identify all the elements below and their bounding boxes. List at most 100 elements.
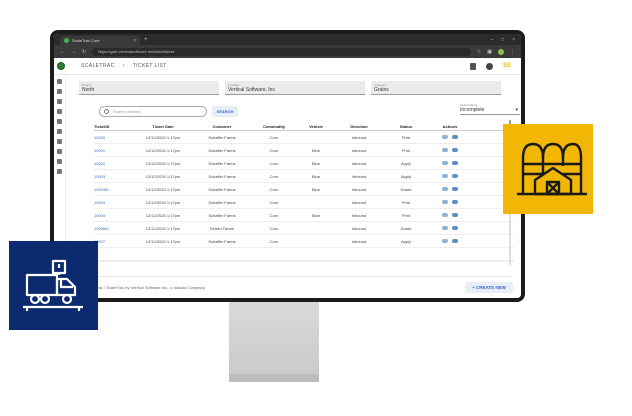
table-row[interactable]: 10002 12/12/2024 1:17pm Schaffer Farms Corn… bbox=[94, 157, 514, 170]
nav-edit-icon[interactable] bbox=[57, 159, 62, 164]
ticket-id-link[interactable]: 10001 bbox=[94, 148, 134, 153]
ticket-id-link[interactable]: 10000 bbox=[94, 135, 134, 140]
table-row[interactable]: 10003 12/12/2024 1:17pm Schaffer Farms Corn… bbox=[94, 170, 514, 183]
nav-pin-icon[interactable] bbox=[57, 129, 62, 134]
column-header[interactable]: TicketID bbox=[94, 124, 134, 129]
ticket-id-link[interactable]: 10007 bbox=[94, 239, 134, 244]
ticket-id-link[interactable]: 10003M bbox=[94, 187, 134, 192]
app-window: SCALETRAC › TICKET LIST SS Region North … bbox=[54, 58, 521, 298]
nav-list-icon[interactable] bbox=[57, 79, 62, 84]
cloud-icon[interactable] bbox=[442, 174, 448, 178]
column-header[interactable]: Commodity bbox=[252, 124, 296, 129]
tab-title: ScaleTrac Core bbox=[72, 38, 100, 43]
ticket-id-link[interactable]: 10004 bbox=[94, 200, 134, 205]
profile-avatar[interactable] bbox=[498, 48, 504, 55]
location-field[interactable]: Location Vertical Software, Inc bbox=[225, 81, 365, 95]
view-icon[interactable] bbox=[452, 200, 458, 204]
extensions-icon[interactable]: ▣ bbox=[487, 49, 492, 55]
region-value: North bbox=[82, 87, 95, 93]
nav-report-icon[interactable] bbox=[57, 169, 62, 174]
view-icon[interactable] bbox=[452, 174, 458, 178]
column-header[interactable]: Direction bbox=[336, 124, 382, 129]
cloud-icon[interactable] bbox=[442, 161, 448, 165]
search-input[interactable]: Search usertext bbox=[99, 106, 207, 117]
nav-user-icon[interactable] bbox=[57, 89, 62, 94]
cloud-icon[interactable] bbox=[442, 187, 448, 191]
table-cell: Inbound bbox=[351, 199, 367, 205]
nav-warehouse-icon[interactable] bbox=[57, 149, 62, 154]
browser-menu-icon[interactable]: ⋮ bbox=[510, 49, 515, 55]
ticket-status-select[interactable]: Ticket Status Incomplete ▾ bbox=[460, 102, 520, 115]
column-header[interactable]: Ticket Date bbox=[134, 124, 192, 129]
create-new-button[interactable]: + CREATE NEW bbox=[465, 282, 513, 293]
app-footer: Frac / ScaleTrac by Vertical Software In… bbox=[67, 276, 513, 298]
nav-storage-icon[interactable] bbox=[57, 109, 62, 114]
cloud-icon[interactable] bbox=[442, 135, 448, 139]
category-value: Grains bbox=[374, 87, 389, 93]
forward-icon[interactable]: → bbox=[71, 49, 76, 55]
maximize-icon[interactable]: □ bbox=[501, 37, 504, 43]
help-icon[interactable] bbox=[485, 62, 493, 70]
reload-icon[interactable]: ↻ bbox=[82, 49, 86, 55]
column-header[interactable]: Status bbox=[382, 124, 430, 129]
table-cell: 12/12/2024 1:17pm bbox=[145, 225, 181, 231]
table-cell: Schaffer Farms bbox=[208, 199, 236, 205]
minimize-icon[interactable]: – bbox=[490, 37, 493, 43]
view-icon[interactable] bbox=[452, 148, 458, 152]
nav-grain-icon[interactable] bbox=[57, 99, 62, 104]
view-icon[interactable] bbox=[452, 135, 458, 139]
bookmark-icon[interactable]: ☆ bbox=[477, 49, 481, 55]
tab-close-icon[interactable]: × bbox=[133, 38, 136, 44]
ticket-id-link[interactable]: 10005 bbox=[94, 213, 134, 218]
close-window-icon[interactable]: × bbox=[512, 37, 515, 43]
browser-toolbar-icons: ☆ ▣ ⋮ bbox=[477, 48, 515, 55]
table-cell: Inbound bbox=[351, 134, 367, 140]
search-button[interactable]: SEARCH bbox=[212, 106, 238, 117]
nav-globe-icon[interactable] bbox=[57, 119, 62, 124]
browser-tab[interactable]: ScaleTrac Core × bbox=[60, 36, 140, 45]
cloud-icon[interactable] bbox=[442, 213, 448, 217]
new-tab-button[interactable]: + bbox=[144, 37, 148, 43]
table-row[interactable]: 10005 12/12/2024 1:17pm Schaffer Farms Corn… bbox=[94, 209, 514, 222]
breadcrumb-root[interactable]: SCALETRAC bbox=[81, 63, 115, 69]
table-row[interactable]: 10007 12/12/2024 1:17pm Schaffer Farms Corn… bbox=[94, 235, 514, 248]
horizontal-scrollbar[interactable] bbox=[94, 260, 514, 262]
column-header[interactable]: Vehicle bbox=[296, 124, 336, 129]
region-field[interactable]: Region North bbox=[79, 81, 219, 95]
user-initials[interactable]: SS bbox=[503, 63, 511, 69]
ticket-id-link[interactable]: 10006M bbox=[94, 226, 134, 231]
table-row[interactable]: 10000 12/12/2024 1:17pm Schaffer Farms Corn… bbox=[94, 131, 514, 144]
row-actions bbox=[430, 161, 470, 165]
header-actions: SS bbox=[469, 62, 521, 70]
table-row[interactable]: 10003M 12/12/2024 1:17pm Schaffer Farms Cor… bbox=[94, 183, 514, 196]
cloud-icon[interactable] bbox=[442, 239, 448, 243]
category-field[interactable]: Category Grains bbox=[371, 81, 501, 95]
app-header: SCALETRAC › TICKET LIST SS bbox=[54, 58, 521, 75]
view-icon[interactable] bbox=[452, 187, 458, 191]
ticket-id-link[interactable]: 10003 bbox=[94, 174, 134, 179]
document-icon[interactable] bbox=[469, 62, 476, 70]
cloud-icon[interactable] bbox=[442, 226, 448, 230]
ticket-id-link[interactable]: 10002 bbox=[94, 161, 134, 166]
cloud-icon[interactable] bbox=[442, 200, 448, 204]
column-header[interactable]: Customer bbox=[192, 124, 252, 129]
back-icon[interactable]: ← bbox=[60, 49, 65, 55]
table-cell: 12/12/2024 1:17pm bbox=[145, 147, 181, 153]
nav-truck-icon[interactable] bbox=[57, 139, 62, 144]
table-cell: Schaffer Farms bbox=[208, 134, 236, 140]
table-cell: Corn bbox=[269, 173, 279, 179]
table-cell: Corn bbox=[269, 134, 279, 140]
view-icon[interactable] bbox=[452, 213, 458, 217]
table-row[interactable]: 10001 12/12/2024 1:17pm Schaffer Farms Corn… bbox=[94, 144, 514, 157]
view-icon[interactable] bbox=[452, 226, 458, 230]
column-header[interactable]: Actions bbox=[430, 124, 470, 129]
table-row[interactable]: 10004 12/12/2024 1:17pm Schaffer Farms Corn… bbox=[94, 196, 514, 209]
app-logo[interactable] bbox=[57, 62, 65, 70]
view-icon[interactable] bbox=[452, 161, 458, 165]
table-cell: Inbound bbox=[351, 186, 367, 192]
url-field[interactable]: https://gain.verticalsoftware.net/ticket… bbox=[92, 47, 471, 56]
cloud-icon[interactable] bbox=[442, 148, 448, 152]
view-icon[interactable] bbox=[452, 239, 458, 243]
table-row[interactable]: 10006M 12/12/2024 1:17pm Eldred Farms Corn I… bbox=[94, 222, 514, 235]
table-cell: Corn bbox=[269, 147, 279, 153]
